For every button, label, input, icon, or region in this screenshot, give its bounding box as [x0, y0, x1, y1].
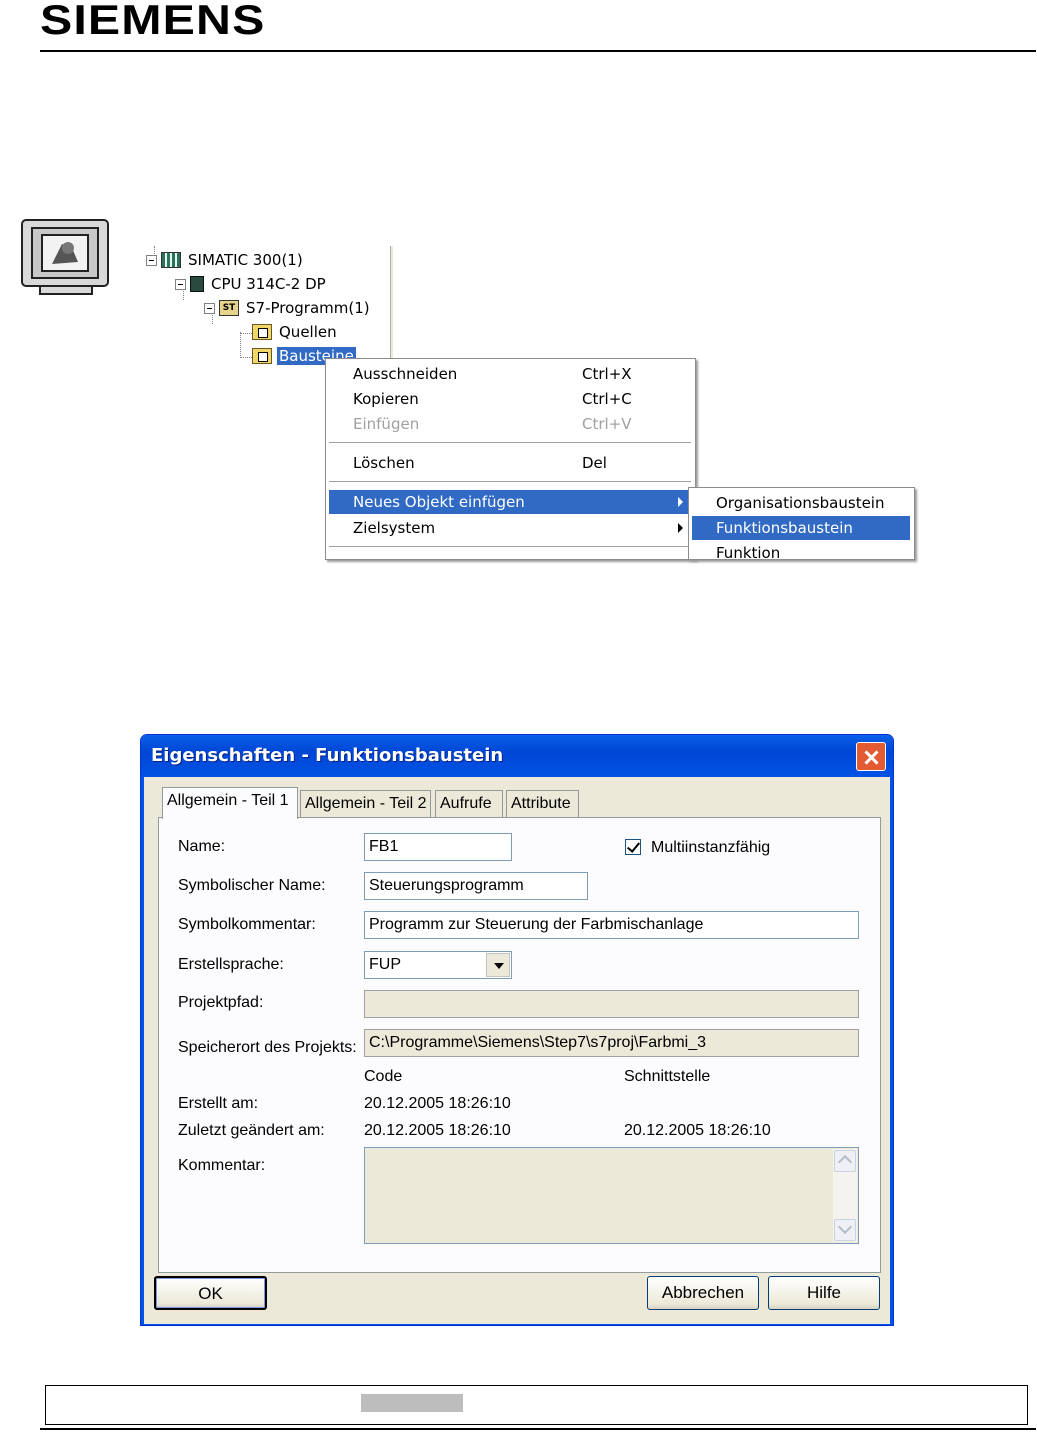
menu-separator: [329, 442, 691, 443]
menu-separator: [329, 481, 691, 482]
menu-item-cut[interactable]: Ausschneiden Ctrl+X: [329, 362, 691, 386]
tree-item-label: SIMATIC 300(1): [188, 251, 303, 269]
menu-shortcut: Ctrl+X: [582, 365, 632, 383]
header-rule: [40, 50, 1036, 52]
project-path-label: Projektpfad:: [178, 994, 264, 1011]
footer-rule: [40, 1428, 1036, 1430]
menu-shortcut: Ctrl+C: [582, 390, 632, 408]
submenu-arrow-icon: [678, 497, 683, 507]
symbolic-name-label: Symbolischer Name:: [178, 877, 326, 894]
scroll-up-icon[interactable]: [834, 1150, 856, 1172]
chevron-down-icon[interactable]: [486, 953, 510, 977]
menu-item-insert-new-object[interactable]: Neues Objekt einfügen: [329, 490, 691, 514]
multiinstance-checkbox[interactable]: [625, 839, 641, 855]
menu-item-label: Kopieren: [353, 390, 419, 408]
dialog-title: Eigenschaften - Funktionsbaustein: [151, 745, 504, 766]
menu-shortcut: Ctrl+V: [582, 415, 632, 433]
monitor-icon: [21, 219, 109, 295]
menu-item-label: Ausschneiden: [353, 365, 458, 383]
tree-item-simatic-300[interactable]: SIMATIC 300(1): [146, 249, 305, 271]
dialog-body: Allgemein - Teil 1 Allgemein - Teil 2 Au…: [144, 777, 890, 1324]
cancel-button[interactable]: Abbrechen: [647, 1276, 759, 1310]
close-icon[interactable]: [856, 742, 886, 771]
language-selected: FUP: [369, 956, 401, 973]
language-label: Erstellsprache:: [178, 956, 284, 973]
properties-dialog: Eigenschaften - Funktionsbaustein Allgem…: [140, 734, 894, 1326]
symbol-comment-label: Symbolkommentar:: [178, 916, 316, 933]
tree-item-quellen[interactable]: Quellen: [252, 321, 339, 343]
tree-item-s7-programm[interactable]: ST S7-Programm(1): [204, 297, 372, 319]
symbol-comment-field[interactable]: Programm zur Steuerung der Farbmischanla…: [364, 911, 859, 939]
comment-label: Kommentar:: [178, 1157, 266, 1174]
tree-item-label: S7-Programm(1): [246, 299, 370, 317]
s7-program-icon: ST: [219, 300, 239, 316]
comment-field[interactable]: [364, 1147, 859, 1244]
menu-item-copy[interactable]: Kopieren Ctrl+C: [329, 387, 691, 411]
tree-item-label: CPU 314C-2 DP: [211, 275, 326, 293]
submenu-item-function[interactable]: Funktion: [692, 541, 910, 559]
menu-item-delete[interactable]: Löschen Del: [329, 451, 691, 475]
context-menu: Ausschneiden Ctrl+X Kopieren Ctrl+C Einf…: [325, 358, 696, 560]
footer-box: [45, 1385, 1028, 1425]
symbolic-name-field[interactable]: Steuerungsprogramm: [364, 872, 588, 900]
menu-shortcut: Del: [582, 454, 607, 472]
tab-general-part-1[interactable]: Allgemein - Teil 1: [162, 787, 298, 819]
cpu-icon: [190, 276, 204, 292]
created-label: Erstellt am:: [178, 1095, 259, 1112]
menu-item-label: Einfügen: [353, 415, 420, 433]
tab-attributes[interactable]: Attribute: [506, 790, 579, 817]
modified-label: Zuletzt geändert am:: [178, 1122, 325, 1139]
blocks-folder-icon: [252, 348, 272, 364]
pane-splitter[interactable]: [390, 246, 394, 358]
ok-button[interactable]: OK: [154, 1276, 267, 1310]
project-path-field: [364, 990, 859, 1018]
interface-column-header: Schnittstelle: [624, 1068, 711, 1085]
submenu-item-function-block[interactable]: Funktionsbaustein: [692, 516, 910, 540]
modified-interface-value: 20.12.2005 18:26:10: [624, 1122, 771, 1139]
storage-location-field: C:\Programme\Siemens\Step7\s7proj\Farbmi…: [364, 1029, 859, 1057]
menu-item-label: Löschen: [353, 454, 415, 472]
submenu-new-object: Organisationsbaustein Funktionsbaustein …: [688, 487, 915, 560]
dialog-titlebar[interactable]: Eigenschaften - Funktionsbaustein: [141, 735, 893, 777]
menu-item-label: Neues Objekt einfügen: [353, 493, 525, 511]
tab-calls[interactable]: Aufrufe: [435, 790, 503, 817]
comment-scrollbar[interactable]: [833, 1149, 857, 1242]
code-column-header: Code: [364, 1068, 403, 1085]
multiinstance-label: Multiinstanzfähig: [651, 839, 771, 856]
tab-panel-general: Name: FB1 Multiinstanzfähig Symbolischer…: [158, 817, 881, 1273]
scroll-down-icon[interactable]: [834, 1219, 856, 1241]
submenu-item-organization-block[interactable]: Organisationsbaustein: [692, 491, 910, 515]
tree-item-label: Quellen: [279, 323, 337, 341]
name-field[interactable]: FB1: [364, 833, 512, 861]
menu-separator: [329, 546, 691, 547]
menu-item-label: Zielsystem: [353, 519, 436, 537]
help-button[interactable]: Hilfe: [768, 1276, 880, 1310]
created-code-value: 20.12.2005 18:26:10: [364, 1095, 511, 1112]
collapse-icon[interactable]: [204, 302, 215, 314]
collapse-icon[interactable]: [175, 278, 186, 290]
station-icon: [161, 252, 181, 268]
language-dropdown[interactable]: FUP: [364, 951, 512, 979]
menu-item-paste: Einfügen Ctrl+V: [329, 412, 691, 436]
tree-item-cpu[interactable]: CPU 314C-2 DP: [175, 273, 328, 295]
footer-redaction: [361, 1394, 463, 1412]
name-label: Name:: [178, 838, 226, 855]
tab-general-part-2[interactable]: Allgemein - Teil 2: [300, 790, 431, 817]
menu-item-target-system[interactable]: Zielsystem: [329, 516, 691, 540]
storage-location-label: Speicherort des Projekts:: [178, 1039, 357, 1056]
collapse-icon[interactable]: [146, 254, 157, 266]
submenu-arrow-icon: [678, 523, 683, 533]
siemens-logo: SIEMENS: [40, 0, 266, 43]
folder-icon: [252, 324, 272, 340]
modified-code-value: 20.12.2005 18:26:10: [364, 1122, 511, 1139]
